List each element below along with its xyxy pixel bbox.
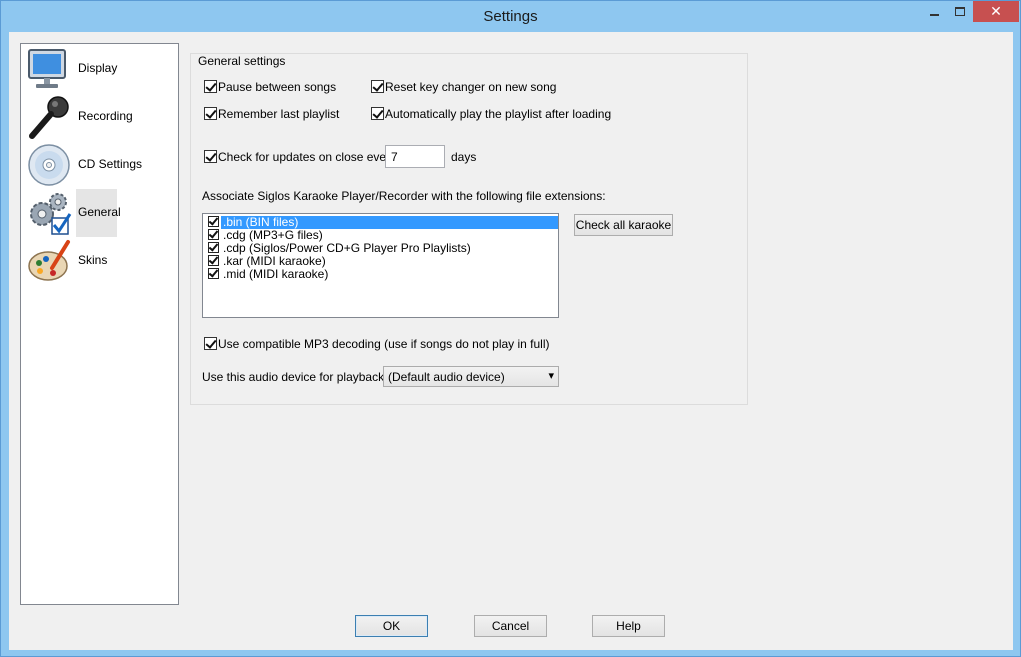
gears-check-icon xyxy=(30,193,72,235)
check-updates-label: Check for updates on close every xyxy=(218,150,397,164)
maximize-icon xyxy=(955,7,965,16)
chevron-down-icon: ▾ xyxy=(548,370,554,382)
minimize-button[interactable] xyxy=(921,1,947,22)
file-extensions-list[interactable]: .bin (BIN files) .cdg (MP3+G files) .cdp… xyxy=(202,213,559,318)
help-button[interactable]: Help xyxy=(592,615,665,637)
close-icon: ✕ xyxy=(990,3,1002,19)
sidebar-item-cd-settings[interactable]: CD Settings xyxy=(24,141,142,189)
extension-checkbox[interactable] xyxy=(208,268,219,279)
dialog-body: Display Recording CD Settings General Sk… xyxy=(9,32,1013,650)
settings-category-list: Display Recording CD Settings General Sk… xyxy=(20,43,179,605)
title-bar[interactable]: Settings ✕ xyxy=(1,1,1020,33)
compatible-mp3-label: Use compatible MP3 decoding (use if song… xyxy=(218,337,550,351)
microphone-icon xyxy=(29,96,69,139)
associate-extensions-label: Associate Siglos Karaoke Player/Recorder… xyxy=(202,189,606,203)
extension-label: .bin (BIN files) xyxy=(223,215,299,229)
remember-playlist-label: Remember last playlist xyxy=(218,107,340,121)
sidebar-item-label: Skins xyxy=(78,253,108,267)
extension-label: .cdg (MP3+G files) xyxy=(223,228,323,242)
ok-button[interactable]: OK xyxy=(355,615,428,637)
reset-key-changer-label: Reset key changer on new song xyxy=(385,80,557,94)
auto-play-playlist-checkbox[interactable] xyxy=(371,107,384,120)
maximize-button[interactable] xyxy=(947,1,973,22)
extension-checkbox[interactable] xyxy=(208,242,219,253)
update-interval-input[interactable]: 7 xyxy=(385,145,445,168)
audio-device-label: Use this audio device for playback: xyxy=(202,370,388,384)
settings-window: Settings ✕ Display Recording CD Settings… xyxy=(0,0,1021,657)
cancel-button[interactable]: Cancel xyxy=(474,615,547,637)
extension-checkbox[interactable] xyxy=(208,229,219,240)
sidebar-item-general[interactable]: General xyxy=(24,189,121,237)
audio-device-value: (Default audio device) xyxy=(388,370,505,384)
sidebar-item-label: Recording xyxy=(78,109,133,123)
sidebar-item-label: Display xyxy=(78,61,118,75)
palette-icon xyxy=(28,240,70,281)
extension-checkbox[interactable] xyxy=(208,255,219,266)
window-title: Settings xyxy=(483,8,538,25)
audio-device-select[interactable]: (Default audio device) ▾ xyxy=(383,366,559,387)
extension-label: .mid (MIDI karaoke) xyxy=(223,267,329,281)
update-interval-unit: days xyxy=(451,150,477,164)
sidebar-item-label: General xyxy=(78,205,121,219)
sidebar-item-label: CD Settings xyxy=(78,157,143,171)
auto-play-playlist-label: Automatically play the playlist after lo… xyxy=(385,107,612,121)
cd-icon xyxy=(28,144,70,186)
reset-key-changer-checkbox[interactable] xyxy=(371,80,384,93)
close-button[interactable]: ✕ xyxy=(973,1,1019,22)
minimize-icon xyxy=(929,13,939,16)
extension-checkbox[interactable] xyxy=(208,216,219,227)
compatible-mp3-checkbox[interactable] xyxy=(204,337,217,350)
sidebar-item-recording[interactable]: Recording xyxy=(24,93,133,141)
list-item[interactable]: .mid (MIDI karaoke) xyxy=(204,267,557,281)
check-updates-checkbox[interactable] xyxy=(204,150,217,163)
check-all-karaoke-button[interactable]: Check all karaoke xyxy=(574,214,673,236)
pause-between-songs-label: Pause between songs xyxy=(218,80,337,94)
pause-between-songs-checkbox[interactable] xyxy=(204,80,217,93)
sidebar-item-display[interactable]: Display xyxy=(24,45,118,93)
extension-label: .kar (MIDI karaoke) xyxy=(223,254,326,268)
remember-playlist-checkbox[interactable] xyxy=(204,107,217,120)
group-title: General settings xyxy=(196,54,288,68)
monitor-icon xyxy=(28,49,66,88)
sidebar-item-skins[interactable]: Skins xyxy=(24,237,116,285)
extension-label: .cdp (Siglos/Power CD+G Player Pro Playl… xyxy=(223,241,471,255)
